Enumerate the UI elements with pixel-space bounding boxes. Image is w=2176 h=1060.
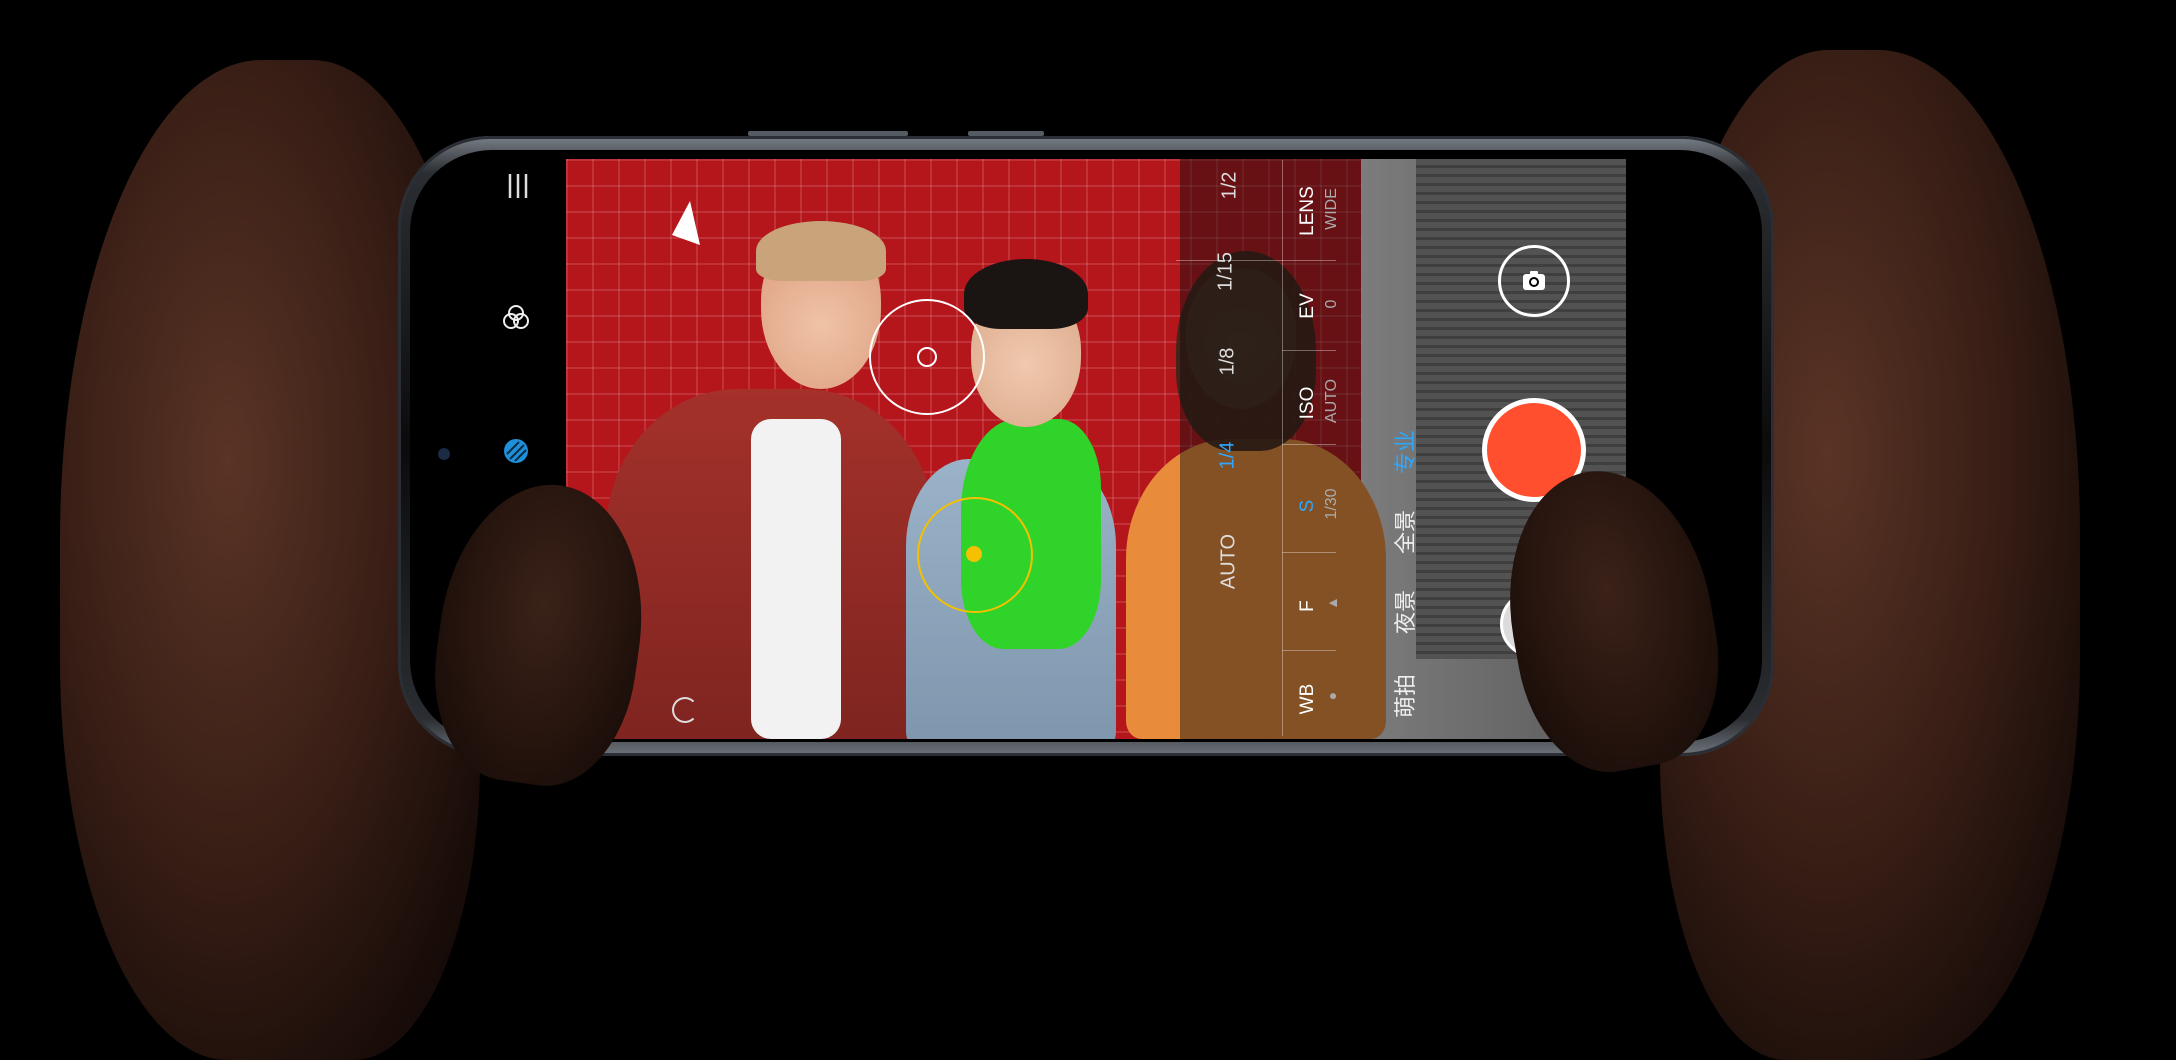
aperture-label[interactable]: F bbox=[1297, 576, 1319, 636]
scale-value-selected[interactable]: 1/4 bbox=[1217, 426, 1240, 486]
shutter-speed-value: 1/30 bbox=[1323, 488, 1340, 520]
scale-value-3[interactable]: 1/8 bbox=[1217, 332, 1240, 392]
mode-night[interactable]: 夜景 bbox=[1388, 590, 1420, 634]
power-button bbox=[968, 131, 1044, 136]
scale-value-2[interactable]: 1/15 bbox=[1215, 242, 1238, 302]
switch-camera-icon bbox=[1523, 271, 1545, 290]
person-left-shirt bbox=[751, 419, 841, 739]
mode-cute[interactable]: 萌拍 bbox=[1388, 674, 1420, 718]
white-balance-value: ● bbox=[1324, 691, 1340, 701]
param-divider bbox=[1282, 350, 1336, 351]
person-center-hair bbox=[964, 259, 1088, 329]
exposure-ring-center bbox=[917, 347, 937, 367]
switch-camera-button[interactable] bbox=[1498, 245, 1570, 317]
shutter-speed-label[interactable]: S bbox=[1297, 476, 1319, 536]
front-camera bbox=[438, 448, 450, 460]
beauty-icon[interactable] bbox=[496, 436, 536, 473]
lens-value: WIDE bbox=[1323, 188, 1340, 230]
camera-viewfinder[interactable] bbox=[566, 159, 1626, 739]
param-divider bbox=[1282, 650, 1336, 651]
lens-label[interactable]: LENS bbox=[1297, 181, 1319, 241]
scale-value-1[interactable]: 1/2 bbox=[1219, 156, 1242, 216]
mode-pro[interactable]: 专业 bbox=[1388, 430, 1420, 474]
aperture-value: ▲ bbox=[1324, 596, 1340, 610]
person-left-hair bbox=[756, 221, 886, 281]
param-divider bbox=[1282, 552, 1336, 553]
volume-button bbox=[748, 131, 908, 136]
iso-label[interactable]: ISO bbox=[1297, 373, 1319, 433]
ev-value: 0 bbox=[1323, 299, 1340, 309]
white-balance-label[interactable]: WB bbox=[1297, 669, 1319, 729]
scale-value-auto[interactable]: AUTO bbox=[1218, 527, 1241, 597]
menu-icon[interactable] bbox=[498, 172, 538, 207]
mode-panorama[interactable]: 全景 bbox=[1388, 510, 1420, 554]
param-divider bbox=[1176, 260, 1336, 261]
pro-settings-panel: 1/2 1/15 1/8 1/4 AUTO LENS WIDE EV 0 ISO… bbox=[1176, 160, 1371, 736]
iso-value: AUTO bbox=[1323, 378, 1340, 424]
histogram-icon bbox=[670, 199, 706, 254]
filters-icon[interactable] bbox=[496, 303, 536, 340]
refresh-icon[interactable] bbox=[672, 697, 698, 723]
focus-point bbox=[966, 546, 982, 562]
param-divider bbox=[1282, 444, 1336, 445]
ev-label[interactable]: EV bbox=[1297, 276, 1319, 336]
